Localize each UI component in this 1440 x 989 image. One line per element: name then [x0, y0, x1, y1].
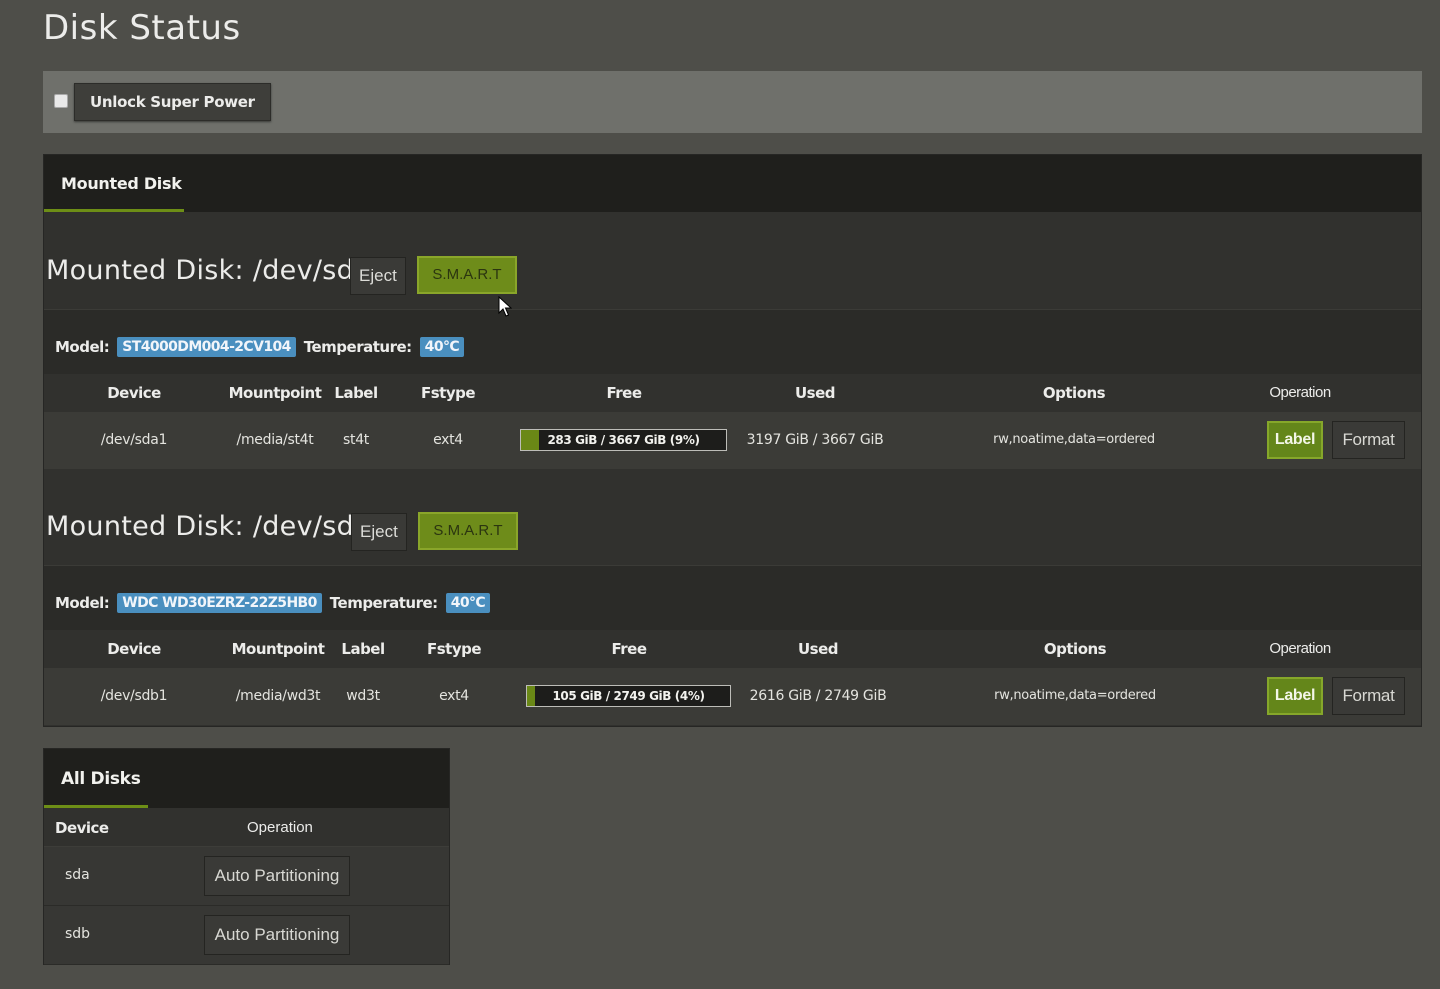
- all-disks-tabbar: All Disks: [44, 749, 449, 808]
- temperature-label: Temperature:: [303, 338, 412, 356]
- free-space-text: 105 GiB / 2749 GiB (4%): [552, 689, 705, 703]
- table-row: sda Auto Partitioning: [44, 847, 449, 906]
- disk-section-sda: Mounted Disk: /dev/sda Eject S.M.A.R.T M…: [44, 212, 1421, 470]
- cell-device: sdb: [65, 926, 91, 942]
- disk-section-sdb: Mounted Disk: /dev/sdb Eject S.M.A.R.T M…: [44, 470, 1421, 728]
- cell-device: /dev/sdb1: [100, 688, 168, 704]
- cell-fstype: ext4: [433, 432, 463, 448]
- cell-used: 2616 GiB / 2749 GiB: [749, 688, 887, 704]
- cell-device: /dev/sda1: [100, 432, 168, 448]
- partition-table-header: Device Mountpoint Label Fstype Free Used…: [44, 374, 1421, 412]
- col-device: Device: [107, 640, 161, 658]
- table-row: sdb Auto Partitioning: [44, 906, 449, 965]
- col-used: Used: [797, 640, 839, 658]
- cell-fstype: ext4: [439, 688, 469, 704]
- model-row: Model: WDC WD30EZRZ-22Z5HB0 Temperature:…: [44, 566, 1421, 630]
- col-fstype: Fstype: [426, 640, 482, 658]
- table-row: /dev/sda1 /media/st4t st4t ext4 283 GiB …: [44, 412, 1421, 469]
- col-fstype: Fstype: [420, 384, 476, 402]
- unlock-super-power-button[interactable]: Unlock Super Power: [74, 83, 271, 121]
- mounted-disk-tabbar: Mounted Disk: [44, 155, 1421, 212]
- label-button[interactable]: Label: [1267, 421, 1323, 459]
- auto-partitioning-button[interactable]: Auto Partitioning: [204, 915, 350, 955]
- free-space-text: 283 GiB / 3667 GiB (9%): [547, 433, 700, 447]
- col-mountpoint: Mountpoint: [231, 640, 325, 658]
- disk-title: Mounted Disk: /dev/sdb: [46, 511, 372, 542]
- partition-table-header: Device Mountpoint Label Fstype Free Used…: [44, 630, 1421, 668]
- col-operation: Operation: [247, 819, 313, 836]
- auto-partitioning-button[interactable]: Auto Partitioning: [204, 856, 350, 896]
- disk-title: Mounted Disk: /dev/sda: [46, 255, 371, 286]
- model-row: Model: ST4000DM004-2CV104 Temperature: 4…: [44, 310, 1421, 374]
- col-options: Options: [1043, 640, 1107, 658]
- col-label: Label: [341, 640, 385, 658]
- model-label: Model:: [55, 594, 110, 612]
- tab-mounted-disk[interactable]: Mounted Disk: [44, 155, 184, 212]
- temperature-badge: 40°C: [445, 593, 491, 613]
- tab-all-disks[interactable]: All Disks: [44, 749, 148, 808]
- all-disks-panel: All Disks Device Operation sda Auto Part…: [43, 748, 450, 965]
- eject-button[interactable]: Eject: [351, 513, 407, 551]
- page-title: Disk Status: [43, 8, 241, 48]
- col-options: Options: [1042, 384, 1106, 402]
- smart-button[interactable]: S.M.A.R.T: [417, 256, 517, 294]
- format-button[interactable]: Format: [1332, 677, 1405, 715]
- free-space-bar: 105 GiB / 2749 GiB (4%): [526, 685, 731, 707]
- smart-button[interactable]: S.M.A.R.T: [418, 512, 518, 550]
- col-mountpoint: Mountpoint: [228, 384, 322, 402]
- temperature-badge: 40°C: [419, 337, 465, 357]
- cell-label: wd3t: [346, 688, 380, 704]
- mounted-disk-panel: Mounted Disk Mounted Disk: /dev/sda Ejec…: [43, 154, 1422, 727]
- cell-label: st4t: [343, 432, 369, 448]
- cell-options: rw,noatime,data=ordered: [994, 688, 1156, 703]
- format-button[interactable]: Format: [1332, 421, 1405, 459]
- col-free: Free: [606, 384, 642, 402]
- label-button[interactable]: Label: [1267, 677, 1323, 715]
- col-device: Device: [55, 819, 109, 837]
- model-label: Model:: [55, 338, 110, 356]
- model-badge: WDC WD30EZRZ-22Z5HB0: [117, 593, 322, 613]
- col-operation: Operation: [1269, 640, 1331, 657]
- cell-mountpoint: /media/wd3t: [235, 688, 321, 704]
- table-row: /dev/sdb1 /media/wd3t wd3t ext4 105 GiB …: [44, 668, 1421, 725]
- cell-mountpoint: /media/st4t: [236, 432, 314, 448]
- col-device: Device: [107, 384, 161, 402]
- eject-button[interactable]: Eject: [350, 257, 406, 295]
- free-space-bar: 283 GiB / 3667 GiB (9%): [520, 429, 727, 451]
- model-badge: ST4000DM004-2CV104: [117, 337, 296, 357]
- mouse-cursor-icon: [498, 296, 512, 317]
- super-power-bar: Unlock Super Power: [43, 71, 1422, 133]
- super-power-checkbox[interactable]: [54, 94, 68, 108]
- temperature-label: Temperature:: [329, 594, 438, 612]
- cell-used: 3197 GiB / 3667 GiB: [746, 432, 884, 448]
- col-operation: Operation: [1269, 384, 1331, 401]
- all-disks-header: Device Operation: [44, 808, 449, 847]
- cell-device: sda: [65, 867, 90, 883]
- col-free: Free: [611, 640, 647, 658]
- col-used: Used: [794, 384, 836, 402]
- cell-options: rw,noatime,data=ordered: [993, 432, 1155, 447]
- col-label: Label: [334, 384, 378, 402]
